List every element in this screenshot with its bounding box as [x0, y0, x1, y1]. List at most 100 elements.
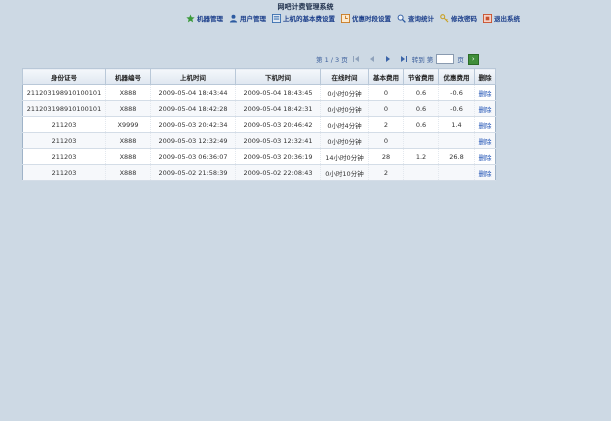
- cell-login-time: 2009-05-04 18:43:44: [150, 84, 236, 101]
- next-page-icon: [385, 56, 390, 62]
- nav-basic-fee-settings[interactable]: 上机的基本费设置: [272, 13, 335, 23]
- arrow-right-icon: ›: [471, 54, 475, 63]
- pagination: 第 1 / 3 页 转到 第 页 ›: [316, 53, 479, 65]
- delete-link[interactable]: 删除: [474, 84, 496, 101]
- cell-login-time: 2009-05-04 18:42:28: [150, 100, 236, 117]
- cell-login-time: 2009-05-02 21:58:39: [150, 164, 236, 181]
- column-header[interactable]: 机器编号: [105, 68, 151, 85]
- goto-page-input[interactable]: [436, 54, 455, 64]
- table-row: 211203 X888 2009-05-02 21:58:39 2009-05-…: [22, 164, 496, 181]
- cell-basic-fee: 28: [368, 148, 404, 165]
- cell-login-time: 2009-05-03 06:36:07: [150, 148, 236, 165]
- records-table: 身份证号 机器编号 上机时间 下机时间 在线时间 基本费用 节省费用 优惠费用 …: [22, 68, 496, 181]
- column-header[interactable]: 在线时间: [320, 68, 369, 85]
- cell-online-time: 14小时0分钟: [320, 148, 369, 165]
- column-header[interactable]: 优惠费用: [438, 68, 475, 85]
- table-row: 211203 X888 2009-05-03 12:32:49 2009-05-…: [22, 132, 496, 149]
- cell-id-number: 211203: [22, 148, 106, 165]
- nav-change-password[interactable]: 修改密码: [440, 13, 477, 23]
- cell-machine-number: X9999: [105, 116, 151, 133]
- nav-label: 上机的基本费设置: [283, 15, 335, 23]
- table-row: 211203198910100101 X888 2009-05-04 18:42…: [22, 100, 496, 117]
- delete-link[interactable]: 删除: [474, 164, 496, 181]
- top-navigation: 机器管理 用户管理 上机的基本费设置 优惠时段设置 查询统计 修改密码 退出系统: [186, 11, 526, 25]
- cell-saved-fee: [403, 164, 439, 181]
- nav-discount-period-settings[interactable]: 优惠时段设置: [341, 13, 391, 23]
- cell-login-time: 2009-05-03 12:32:49: [150, 132, 236, 149]
- column-header[interactable]: 下机时间: [235, 68, 321, 85]
- nav-query-statistics[interactable]: 查询统计: [397, 13, 434, 23]
- cell-online-time: 0小时0分钟: [320, 84, 369, 101]
- column-header[interactable]: 删除: [474, 68, 496, 85]
- cell-basic-fee: 0: [368, 84, 404, 101]
- cell-saved-fee: 0.6: [403, 116, 439, 133]
- cell-saved-fee: 0.6: [403, 84, 439, 101]
- cell-discount-fee: [438, 132, 475, 149]
- column-header[interactable]: 身份证号: [22, 68, 106, 85]
- previous-page-icon: [369, 56, 374, 62]
- nav-user-management[interactable]: 用户管理: [229, 13, 266, 23]
- delete-link[interactable]: 删除: [474, 132, 496, 149]
- cell-logout-time: 2009-05-03 12:32:41: [235, 132, 321, 149]
- cell-id-number: 211203198910100101: [22, 84, 106, 101]
- cell-discount-fee: 26.8: [438, 148, 475, 165]
- nav-label: 优惠时段设置: [352, 15, 391, 23]
- cell-basic-fee: 2: [368, 116, 404, 133]
- delete-link[interactable]: 删除: [474, 100, 496, 117]
- user-icon: [229, 14, 238, 23]
- first-page-icon: [352, 56, 359, 62]
- cell-basic-fee: 0: [368, 100, 404, 117]
- column-header[interactable]: 基本费用: [368, 68, 404, 85]
- cell-logout-time: 2009-05-04 18:43:45: [235, 84, 321, 101]
- search-icon: [397, 14, 406, 23]
- cell-login-time: 2009-05-03 20:42:34: [150, 116, 236, 133]
- goto-suffix: 页: [457, 56, 464, 64]
- cell-machine-number: X888: [105, 148, 151, 165]
- column-header[interactable]: 上机时间: [150, 68, 236, 85]
- table-row: 211203 X888 2009-05-03 06:36:07 2009-05-…: [22, 148, 496, 165]
- cell-basic-fee: 2: [368, 164, 404, 181]
- delete-link[interactable]: 删除: [474, 116, 496, 133]
- cell-id-number: 211203: [22, 116, 106, 133]
- cell-logout-time: 2009-05-04 18:42:31: [235, 100, 321, 117]
- first-page-button[interactable]: [352, 55, 360, 63]
- star-icon: [186, 13, 195, 23]
- nav-label: 查询统计: [408, 15, 434, 23]
- column-header[interactable]: 节省费用: [403, 68, 439, 85]
- cell-logout-time: 2009-05-02 22:08:43: [235, 164, 321, 181]
- cell-id-number: 211203: [22, 164, 106, 181]
- nav-exit-system[interactable]: 退出系统: [483, 13, 520, 23]
- cell-online-time: 0小时0分钟: [320, 100, 369, 117]
- cell-discount-fee: -0.6: [438, 100, 475, 117]
- cell-saved-fee: 0.6: [403, 100, 439, 117]
- goto-page-button[interactable]: ›: [467, 53, 479, 65]
- nav-label: 退出系统: [494, 15, 520, 23]
- cell-id-number: 211203198910100101: [22, 100, 106, 117]
- cell-id-number: 211203: [22, 132, 106, 149]
- delete-link[interactable]: 删除: [474, 148, 496, 165]
- nav-label: 修改密码: [451, 15, 477, 23]
- table-row: 211203198910100101 X888 2009-05-04 18:43…: [22, 84, 496, 101]
- next-page-button[interactable]: [384, 55, 392, 63]
- cell-basic-fee: 0: [368, 132, 404, 149]
- cell-machine-number: X888: [105, 100, 151, 117]
- cell-saved-fee: [403, 132, 439, 149]
- cell-machine-number: X888: [105, 84, 151, 101]
- cell-discount-fee: [438, 164, 475, 181]
- goto-prefix: 转到 第: [411, 56, 434, 64]
- cell-logout-time: 2009-05-03 20:36:19: [235, 148, 321, 165]
- page-indicator: 第 1 / 3 页: [316, 56, 348, 64]
- nav-label: 机器管理: [197, 15, 223, 23]
- previous-page-button[interactable]: [368, 55, 376, 63]
- exit-icon: [483, 13, 492, 23]
- cell-online-time: 0小时0分钟: [320, 132, 369, 149]
- last-page-icon: [400, 56, 407, 62]
- last-page-button[interactable]: [400, 55, 408, 63]
- clock-icon: [341, 13, 350, 23]
- table-header-row: 身份证号 机器编号 上机时间 下机时间 在线时间 基本费用 节省费用 优惠费用 …: [22, 68, 496, 85]
- table-row: 211203 X9999 2009-05-03 20:42:34 2009-05…: [22, 116, 496, 133]
- nav-machine-management[interactable]: 机器管理: [186, 13, 223, 23]
- cell-online-time: 0小时4分钟: [320, 116, 369, 133]
- cell-logout-time: 2009-05-03 20:46:42: [235, 116, 321, 133]
- cell-machine-number: X888: [105, 164, 151, 181]
